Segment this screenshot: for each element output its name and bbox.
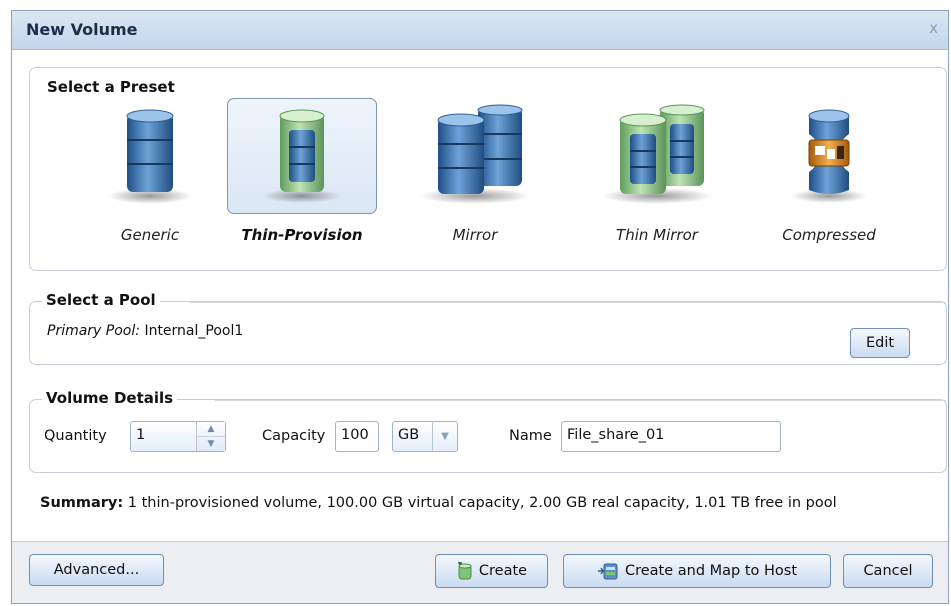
name-label: Name <box>509 428 552 444</box>
preset-label: Thin-Provision <box>241 226 363 244</box>
decrement-icon[interactable]: ▼ <box>197 437 225 451</box>
divider <box>190 302 946 303</box>
unit-value: GB <box>398 427 420 443</box>
quantity-stepper[interactable]: 1 ▲ ▼ <box>130 421 226 452</box>
preset-label: Generic <box>120 226 180 244</box>
create-button-label: Create <box>478 563 528 579</box>
quantity-label: Quantity <box>44 428 107 444</box>
stepper-buttons: ▲ ▼ <box>196 422 225 451</box>
preset-label: Thin Mirror <box>616 226 698 244</box>
thin-provision-volume-icon <box>262 109 342 203</box>
preset-label: Compressed <box>782 226 876 244</box>
preset-thin-mirror[interactable]: Thin Mirror <box>582 98 732 268</box>
preset-thin-provision[interactable]: Thin-Provision <box>227 98 377 268</box>
generic-volume-icon <box>108 109 192 204</box>
volume-details-title: Volume Details <box>42 389 178 407</box>
edit-pool-button[interactable]: Edit <box>850 328 910 358</box>
create-and-map-button[interactable]: Create and Map to Host <box>563 554 831 588</box>
preset-mirror[interactable]: Mirror <box>400 98 550 268</box>
increment-icon[interactable]: ▲ <box>197 422 225 437</box>
capacity-input[interactable]: 100 <box>335 421 379 452</box>
volume-details-group: Volume Details Quantity 1 ▲ ▼ Capacity 1… <box>29 389 947 473</box>
name-input[interactable]: File_share_01 <box>561 421 781 452</box>
new-volume-dialog: New Volume x Select a Preset Generic Thi… <box>11 10 949 604</box>
divider <box>215 400 946 401</box>
create-volume-icon <box>457 562 472 580</box>
chevron-down-icon[interactable]: ▼ <box>432 422 457 451</box>
create-map-host-icon <box>597 563 618 580</box>
summary: Summary: 1 thin-provisioned volume, 100.… <box>40 493 930 513</box>
preset-label: Mirror <box>452 226 498 244</box>
pool-group: Select a Pool Primary Pool: Internal_Poo… <box>29 291 947 365</box>
preset-compressed[interactable]: Compressed <box>754 98 904 268</box>
dialog-title-bar[interactable]: New Volume x <box>12 11 948 50</box>
unit-select[interactable]: GB ▼ <box>392 421 458 452</box>
cancel-button[interactable]: Cancel <box>843 554 933 588</box>
dialog-title: New Volume <box>26 20 138 39</box>
preset-group-title: Select a Preset <box>47 78 175 96</box>
preset-group: Select a Preset Generic Thin-Provision M… <box>29 67 947 271</box>
primary-pool-value: Internal_Pool1 <box>144 323 244 339</box>
primary-pool-label: Primary Pool: <box>47 323 140 339</box>
compressed-volume-icon <box>791 109 867 203</box>
pool-group-title: Select a Pool <box>42 291 160 309</box>
summary-label: Summary: <box>40 495 124 511</box>
primary-pool-line: Primary Pool: Internal_Pool1 <box>47 323 243 339</box>
create-button[interactable]: Create <box>435 554 548 588</box>
summary-text: 1 thin-provisioned volume, 100.00 GB vir… <box>127 495 837 511</box>
mirror-volume-icon <box>420 104 530 204</box>
thin-mirror-volume-icon <box>602 104 712 204</box>
close-icon[interactable]: x <box>929 19 938 37</box>
create-and-map-label: Create and Map to Host <box>624 563 798 579</box>
capacity-label: Capacity <box>262 428 326 444</box>
preset-generic[interactable]: Generic <box>75 98 225 268</box>
dialog-footer: Advanced... Create Create and Map to Hos… <box>12 541 948 603</box>
advanced-button[interactable]: Advanced... <box>29 554 164 586</box>
quantity-value: 1 <box>136 427 146 443</box>
